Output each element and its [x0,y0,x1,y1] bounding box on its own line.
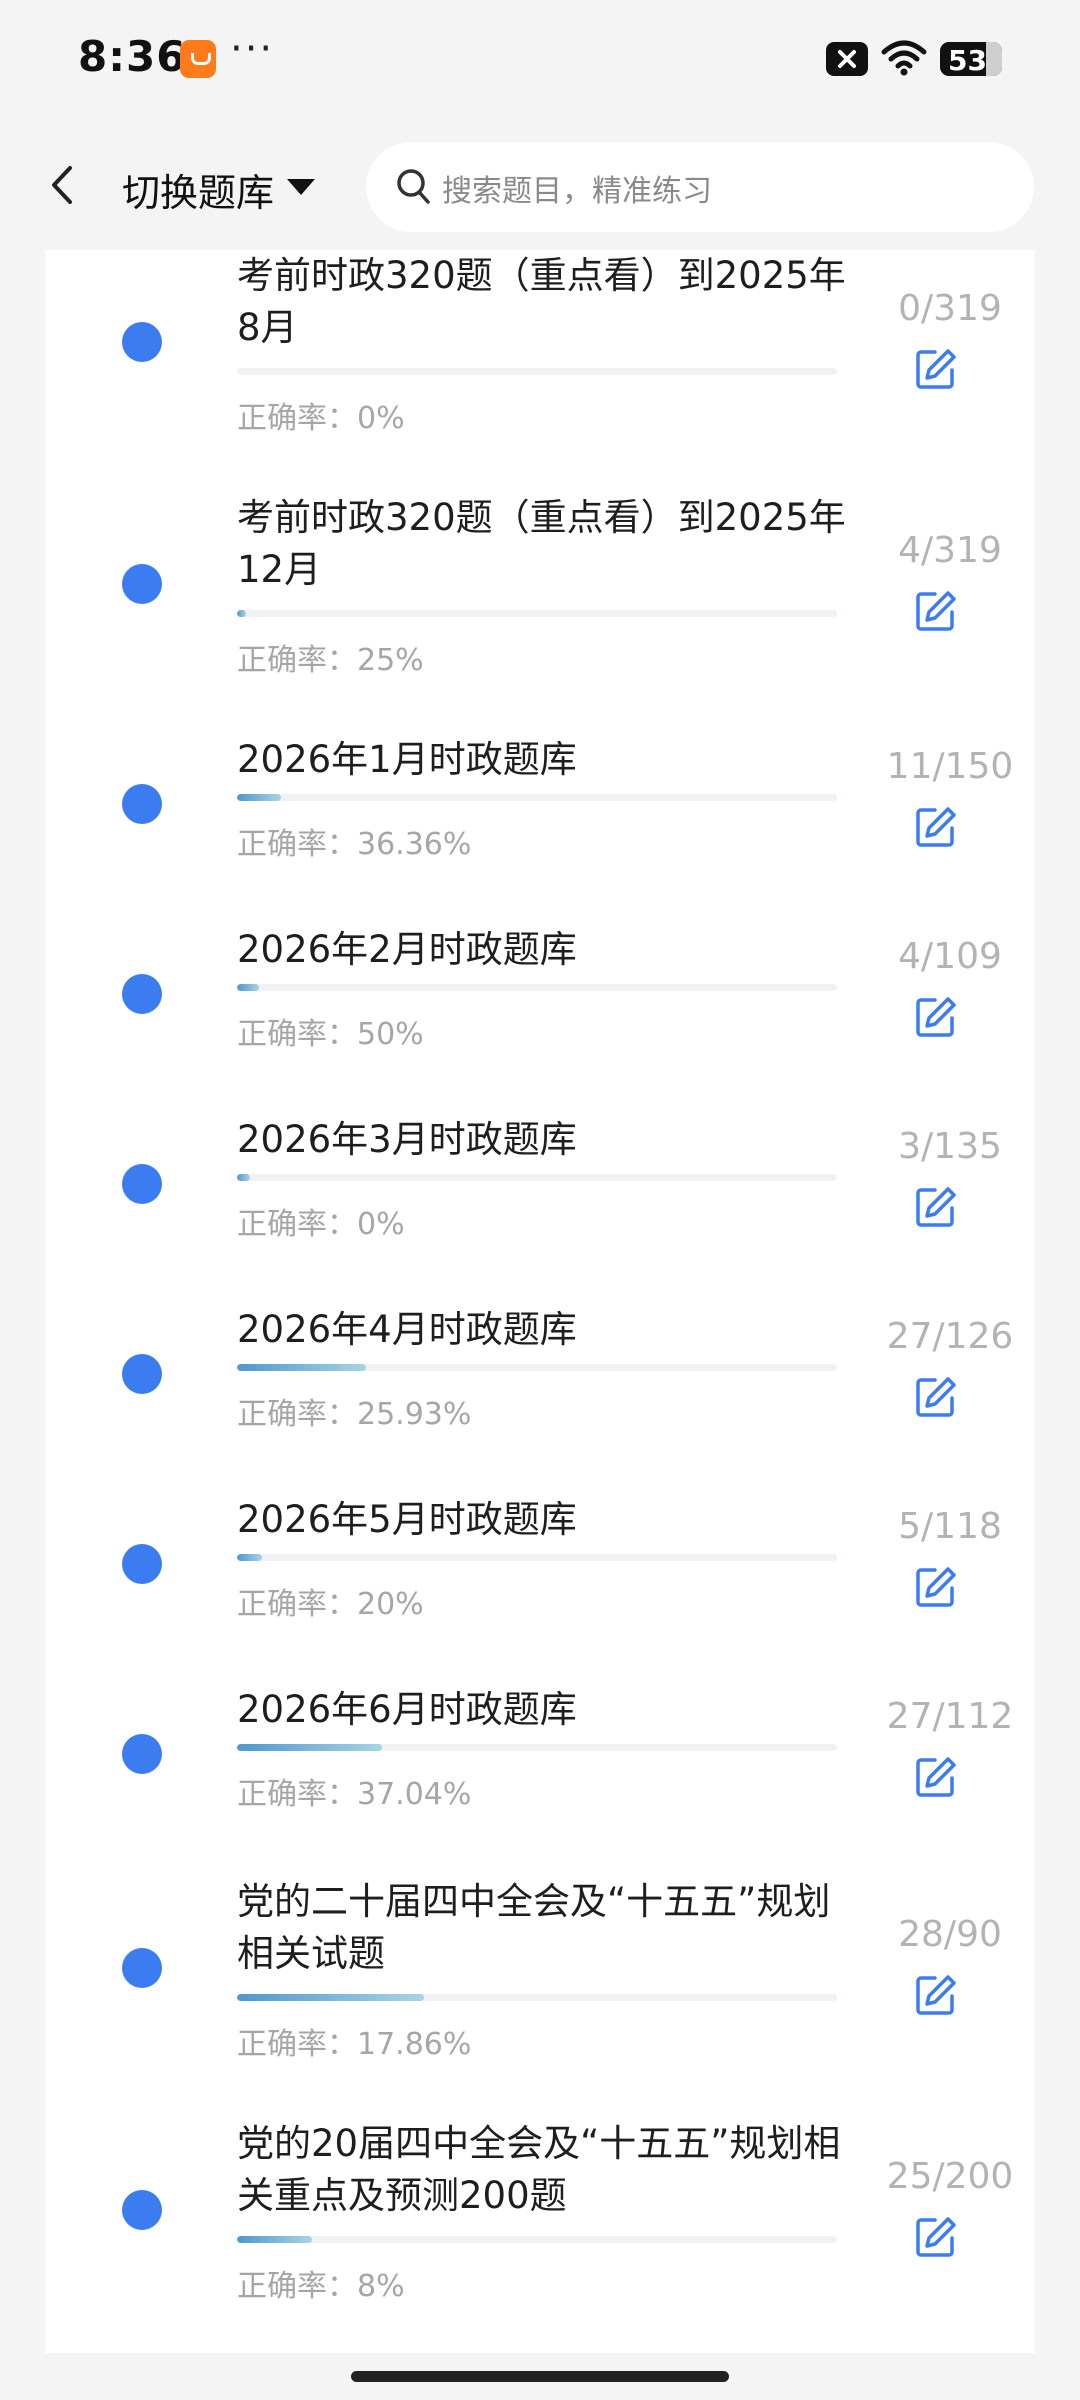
status-bar: 8:36 ··· 53 [0,0,1080,120]
item-title: 考前时政320题（重点看）到2025年12月 [237,496,846,591]
home-indicator[interactable] [351,2371,729,2382]
item-title: 2026年2月时政题库 [237,928,577,971]
edit-icon[interactable] [913,1754,959,1800]
edit-icon[interactable] [913,1972,959,2018]
progress-bar [237,1994,837,2001]
item-title: 党的二十届四中全会及“十五五”规划相关试题 [237,1880,831,1975]
question-bank-list: 考前时政320题（重点看）到2025年8月 正确率：0% 0/319 考前时政3… [45,250,1035,2353]
item-title: 党的20届四中全会及“十五五”规划相关重点及预测200题 [237,2122,841,2217]
progress-bar [237,794,837,801]
progress-count: 27/112 [886,1696,1014,1737]
edit-icon[interactable] [913,1374,959,1420]
status-dot [122,322,162,362]
progress-bar [237,610,837,617]
progress-count: 4/109 [898,936,1002,977]
more-notifications-icon: ··· [230,26,275,72]
progress-count: 4/319 [898,530,1002,571]
accuracy-text: 正确率：20% [237,1587,424,1622]
edit-icon[interactable] [913,1184,959,1230]
app-notification-icon [180,40,216,78]
edit-icon[interactable] [913,346,959,392]
edit-icon[interactable] [913,804,959,850]
battery-level: 53 [948,44,987,76]
search-icon [394,166,434,208]
edit-icon[interactable] [913,994,959,1040]
accuracy-text: 正确率：0% [237,1207,405,1242]
progress-count: 5/118 [898,1506,1002,1547]
search-placeholder: 搜索题目，精准练习 [442,174,712,209]
status-dot [122,784,162,824]
switch-bank-button[interactable]: 切换题库 [122,162,274,217]
accuracy-text: 正确率：36.36% [237,827,472,862]
accuracy-text: 正确率：50% [237,1017,424,1052]
progress-bar [237,1744,837,1751]
search-input[interactable]: 搜索题目，精准练习 [366,142,1034,232]
clock: 8:36 [78,32,187,81]
progress-bar [237,2236,837,2243]
progress-count: 0/319 [898,288,1002,329]
edit-icon[interactable] [913,2214,959,2260]
progress-count: 27/126 [886,1316,1014,1357]
item-title: 2026年4月时政题库 [237,1308,577,1351]
accuracy-text: 正确率：25% [237,643,424,678]
progress-count: 25/200 [886,2156,1014,2197]
status-dot [122,1354,162,1394]
item-title: 2026年3月时政题库 [237,1118,577,1161]
accuracy-text: 正确率：37.04% [237,1777,472,1812]
progress-bar [237,1174,837,1181]
back-icon[interactable] [40,160,84,210]
edit-icon[interactable] [913,588,959,634]
status-dot [122,1734,162,1774]
edit-icon[interactable] [913,1564,959,1610]
progress-bar [237,984,837,991]
progress-bar [237,368,837,375]
progress-count: 11/150 [886,746,1014,787]
status-dot [122,1544,162,1584]
progress-count: 3/135 [898,1126,1002,1167]
status-dot [122,564,162,604]
accuracy-text: 正确率：25.93% [237,1397,472,1432]
caret-down-icon[interactable] [287,179,315,195]
item-title: 2026年1月时政题库 [237,738,577,781]
progress-bar [237,1554,837,1561]
status-dot [122,1164,162,1204]
accuracy-text: 正确率：0% [237,401,405,436]
progress-count: 28/90 [898,1914,1002,1955]
item-title: 考前时政320题（重点看）到2025年8月 [237,254,846,349]
accuracy-text: 正确率：8% [237,2269,405,2304]
top-bar: 切换题库 搜索题目，精准练习 [0,120,1080,250]
battery-icon: 53 [940,42,1002,76]
status-dot [122,2190,162,2230]
wifi-icon [880,38,928,78]
item-title: 2026年5月时政题库 [237,1498,577,1541]
status-dot [122,1948,162,1988]
item-title: 2026年6月时政题库 [237,1688,577,1731]
status-dot [122,974,162,1014]
accuracy-text: 正确率：17.86% [237,2027,472,2062]
close-icon [826,42,868,76]
progress-bar [237,1364,837,1371]
